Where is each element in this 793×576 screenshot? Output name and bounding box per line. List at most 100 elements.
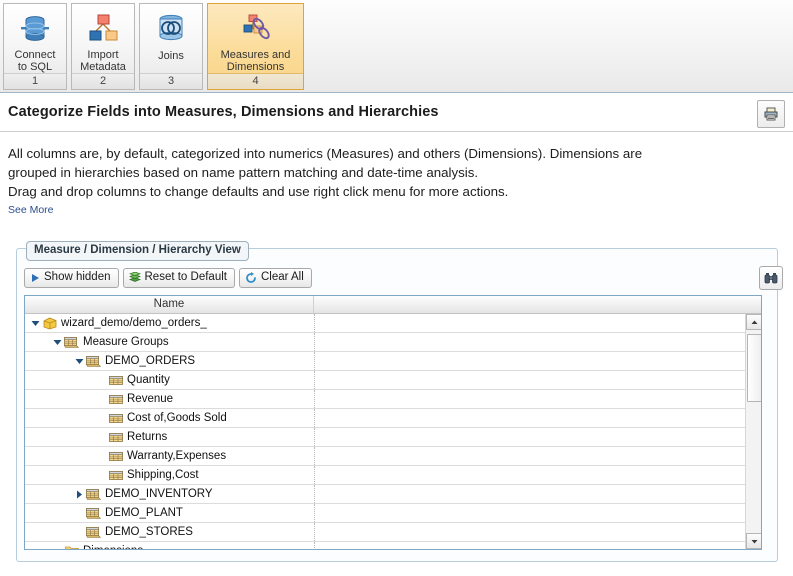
tree-row-label: Cost of,Goods Sold bbox=[127, 412, 227, 424]
measure-icon bbox=[108, 375, 123, 385]
twisty-none bbox=[95, 412, 108, 425]
scroll-up-button[interactable] bbox=[746, 314, 761, 330]
tree-row[interactable]: Shipping,Cost bbox=[25, 466, 745, 485]
measure-icon bbox=[108, 412, 123, 425]
tree-row-label: Returns bbox=[127, 431, 168, 443]
tree-row-label: Measure Groups bbox=[83, 336, 169, 348]
twisty-none bbox=[95, 469, 108, 482]
play-triangle-icon bbox=[32, 273, 39, 282]
tree-row[interactable]: Cost of,Goods Sold bbox=[25, 409, 745, 428]
tree-row[interactable]: Returns bbox=[25, 428, 745, 447]
tree-row[interactable]: DEMO_STORES bbox=[25, 523, 745, 542]
wizard-step-2[interactable]: Import Metadata 2 bbox=[71, 3, 135, 90]
measure-group-icon bbox=[86, 488, 101, 501]
metadata-hierarchy-icon bbox=[86, 9, 120, 48]
grid-header-row: Name bbox=[25, 296, 761, 314]
header-divider bbox=[0, 131, 793, 132]
wizard-step-label-line1: Joins bbox=[158, 50, 184, 62]
measure-group-icon bbox=[64, 337, 79, 348]
see-more-link[interactable]: See More bbox=[8, 204, 54, 216]
column-divider bbox=[314, 504, 315, 522]
twisty-none bbox=[73, 507, 86, 520]
wizard-step-number: 4 bbox=[208, 73, 303, 89]
measure-icon bbox=[108, 470, 123, 480]
column-divider bbox=[314, 428, 315, 446]
measure-icon bbox=[108, 393, 123, 406]
button-label: Reset to Default bbox=[144, 271, 227, 283]
column-divider bbox=[314, 314, 315, 332]
tree-row[interactable]: Quantity bbox=[25, 371, 745, 390]
measure-icon bbox=[108, 432, 123, 442]
measure-group-icon bbox=[86, 356, 101, 367]
twisty-none bbox=[95, 431, 108, 444]
description-line-1: All columns are, by default, categorized… bbox=[8, 146, 643, 161]
column-divider bbox=[314, 447, 315, 465]
measure-icon bbox=[108, 374, 123, 387]
wizard-step-label: Import Metadata bbox=[78, 48, 128, 73]
tree-row[interactable]: DEMO_ORDERS bbox=[25, 352, 745, 371]
folder-icon bbox=[64, 546, 79, 549]
button-label: Clear All bbox=[260, 271, 304, 283]
refresh-circle-icon bbox=[245, 271, 257, 284]
database-icon bbox=[18, 9, 52, 48]
joins-venn-icon bbox=[159, 14, 183, 41]
wizard-step-label: Measures and Dimensions bbox=[219, 48, 293, 73]
wizard-step-label: Joins bbox=[156, 49, 186, 73]
measure-group-icon bbox=[86, 508, 101, 519]
panel-tab-label: Measure / Dimension / Hierarchy View bbox=[26, 241, 249, 261]
tree-row-label: DEMO_PLANT bbox=[105, 507, 183, 519]
measure-icon bbox=[108, 469, 123, 482]
column-divider bbox=[314, 390, 315, 408]
twisty-expanded-icon[interactable] bbox=[51, 545, 64, 549]
scroll-down-button[interactable] bbox=[746, 533, 761, 549]
measure-group-icon bbox=[86, 527, 101, 538]
twisty-collapsed-icon[interactable] bbox=[73, 488, 86, 501]
measures-dimensions-icon bbox=[243, 14, 270, 39]
wizard-step-label-line2: Metadata bbox=[80, 61, 126, 73]
tree-row-label: Dimensions bbox=[83, 545, 143, 549]
tree-row[interactable]: wizard_demo/demo_orders_ bbox=[25, 314, 745, 333]
reset-to-default-button[interactable]: Reset to Default bbox=[122, 268, 235, 288]
scrollbar-thumb[interactable] bbox=[747, 334, 761, 402]
wizard-step-number: 3 bbox=[140, 73, 202, 89]
wizard-step-label-line1: Import bbox=[87, 49, 119, 61]
measure-group-icon bbox=[86, 507, 101, 520]
tree-row[interactable]: Dimensions bbox=[25, 542, 745, 549]
wizard-step-label-line1: Connect bbox=[14, 49, 56, 61]
tree-row[interactable]: Warranty,Expenses bbox=[25, 447, 745, 466]
measures-dimensions-icon bbox=[239, 9, 273, 48]
tree-grid: Name wizard_demo/demo_orders_ Measure Gro… bbox=[24, 295, 762, 550]
tree-row[interactable]: Measure Groups bbox=[25, 333, 745, 352]
folder-icon bbox=[64, 545, 79, 549]
column-header-name[interactable]: Name bbox=[25, 296, 314, 313]
wizard-step-3[interactable]: Joins 3 bbox=[139, 3, 203, 90]
tree-row[interactable]: DEMO_PLANT bbox=[25, 504, 745, 523]
tree-row-label: wizard_demo/demo_orders_ bbox=[61, 317, 207, 329]
application-window: Connect to SQL 1 Import Metadata 2 Joins 3 Measu… bbox=[0, 0, 793, 576]
column-divider bbox=[314, 523, 315, 541]
tree-row-label: DEMO_ORDERS bbox=[105, 355, 196, 367]
tree-row[interactable]: Revenue bbox=[25, 390, 745, 409]
column-divider bbox=[314, 333, 315, 351]
twisty-expanded-icon[interactable] bbox=[29, 317, 42, 330]
description-line-2: grouped in hierarchies based on name pat… bbox=[8, 165, 479, 180]
twisty-none bbox=[73, 526, 86, 539]
column-divider bbox=[314, 409, 315, 427]
button-label: Show hidden bbox=[44, 271, 111, 283]
measure-group-icon bbox=[64, 336, 79, 349]
twisty-expanded-icon[interactable] bbox=[51, 336, 64, 349]
tree-row-label: DEMO_STORES bbox=[105, 526, 193, 538]
page-description: All columns are, by default, categorized… bbox=[8, 144, 783, 201]
twisty-expanded-icon[interactable] bbox=[73, 355, 86, 368]
wizard-step-1[interactable]: Connect to SQL 1 bbox=[3, 3, 67, 90]
show-hidden-button[interactable]: Show hidden bbox=[24, 268, 119, 288]
tree-row-label: Shipping,Cost bbox=[127, 469, 199, 481]
print-button[interactable] bbox=[757, 100, 785, 128]
metadata-hierarchy-icon bbox=[89, 14, 118, 40]
tree-row[interactable]: DEMO_INVENTORY bbox=[25, 485, 745, 504]
vertical-scrollbar[interactable] bbox=[745, 314, 761, 549]
wizard-step-4[interactable]: Measures and Dimensions 4 bbox=[207, 3, 304, 90]
clear-all-button[interactable]: Clear All bbox=[238, 268, 312, 288]
find-button[interactable] bbox=[759, 266, 783, 290]
column-divider bbox=[314, 466, 315, 484]
